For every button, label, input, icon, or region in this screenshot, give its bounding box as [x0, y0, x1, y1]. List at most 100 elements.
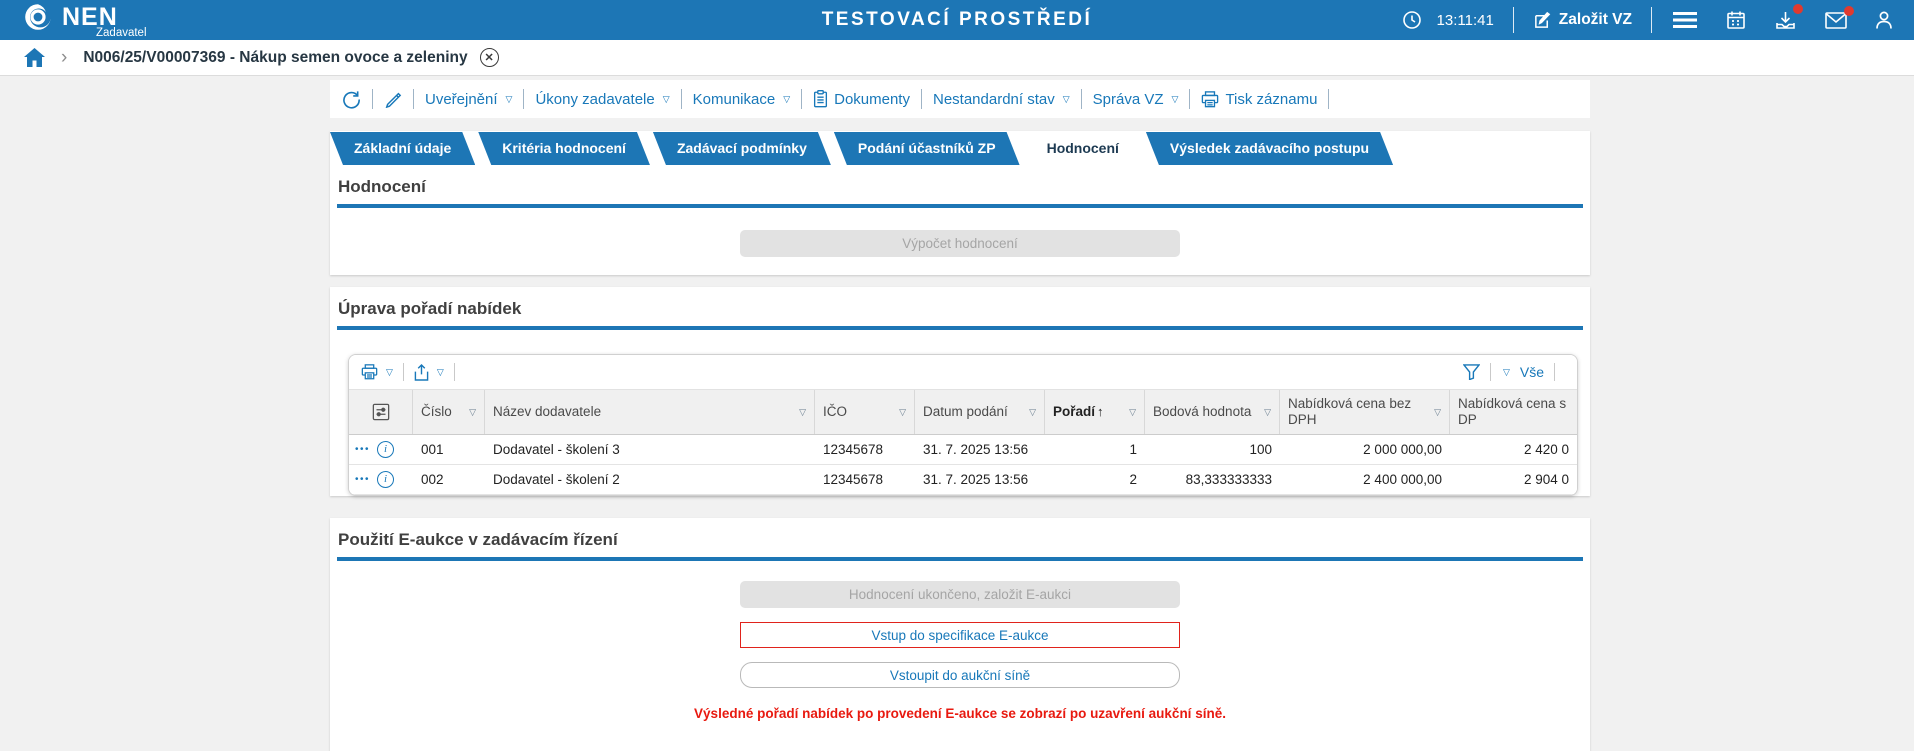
cell-bodova: 100 [1249, 442, 1272, 457]
menu-label: Nestandardní stav [932, 90, 1055, 108]
toolbar-divider [680, 89, 682, 109]
record-title[interactable]: N006/25/V00007369 - Nákup semen ovoce a … [83, 49, 467, 67]
column-label: IČO [823, 404, 848, 420]
cell-ico: 12345678 [823, 442, 884, 457]
record-tabs: Základní údaje Kritéria hodnocení Zadáva… [330, 131, 1590, 165]
header-cislo[interactable]: Číslo ▽ [413, 390, 485, 434]
header-cena-bez-dph[interactable]: Nabídková cena bez DPH ▽ [1280, 390, 1450, 434]
menu-hamburger-icon[interactable] [1671, 9, 1699, 31]
edit-record-icon[interactable] [384, 90, 402, 108]
menu-label: Komunikace [692, 90, 776, 108]
toolbar-divider [523, 89, 525, 109]
table-row[interactable]: ••• i 002 Dodavatel - školení 2 12345678… [349, 465, 1577, 495]
tab-podani-ucastniku[interactable]: Podání účastníků ZP [834, 132, 1020, 165]
column-label: Pořadí [1053, 404, 1096, 420]
column-label: Nabídková cena s DP [1458, 396, 1567, 427]
menu-sprava-vz[interactable]: Správa VZ ▽ [1093, 91, 1179, 108]
eauction-spec-button[interactable]: Vstup do specifikace E-aukce [740, 622, 1180, 648]
home-icon[interactable] [24, 48, 45, 67]
inbox-download-icon[interactable] [1773, 4, 1803, 32]
cell-cena-s-dph: 2 904 0 [1523, 472, 1569, 487]
compute-evaluation-button[interactable]: Výpočet hodnocení [740, 230, 1180, 257]
menu-tisk-zaznamu[interactable]: Tisk záznamu [1201, 91, 1317, 108]
calendar-icon[interactable] [1724, 8, 1748, 32]
table-row[interactable]: ••• i 001 Dodavatel - školení 3 12345678… [349, 435, 1577, 465]
column-label: Bodová hodnota [1153, 404, 1252, 420]
header-bodova-hodnota[interactable]: Bodová hodnota ▽ [1145, 390, 1280, 434]
menu-uverejneni[interactable]: Uveřejnění ▽ [425, 91, 512, 108]
toolbar-divider [372, 89, 373, 109]
menu-dokumenty[interactable]: Dokumenty [813, 90, 910, 108]
header-divider [1512, 7, 1514, 33]
info-icon[interactable]: i [377, 441, 395, 458]
column-label: Číslo [421, 404, 452, 420]
column-filter-icon[interactable]: ▽ [1029, 407, 1036, 418]
tab-zakladni-udaje[interactable]: Základní údaje [330, 132, 475, 165]
history-refresh-icon[interactable] [342, 90, 361, 109]
create-vz-label: Založit VZ [1558, 11, 1632, 28]
column-filter-icon[interactable]: ▽ [899, 407, 906, 418]
menu-komunikace[interactable]: Komunikace ▽ [693, 91, 790, 108]
eauction-note: Výsledné pořadí nabídek po provedení E-a… [694, 706, 1226, 721]
tab-vysledek-postupu[interactable]: Výsledek zadávacího postupu [1146, 132, 1393, 165]
menu-nestandardni-stav[interactable]: Nestandardní stav ▽ [933, 91, 1070, 108]
dropdown-icon: ▽ [505, 93, 513, 104]
filter-icon[interactable] [1462, 364, 1480, 380]
cell-cena-s-dph: 2 420 0 [1523, 442, 1569, 457]
auction-room-button[interactable]: Vstoupit do aukční síně [740, 662, 1180, 688]
table-export-icon[interactable]: ▽ [414, 363, 444, 381]
cell-datum: 31. 7. 2025 13:56 [923, 472, 1029, 487]
column-filter-icon[interactable]: ▽ [1434, 407, 1441, 418]
printer-icon [1201, 90, 1219, 108]
column-filter-icon[interactable]: ▽ [1264, 407, 1271, 418]
user-profile-icon[interactable] [1872, 8, 1896, 32]
column-filter-icon[interactable]: ▽ [1129, 407, 1136, 418]
table-header-row: Číslo ▽ Název dodavatele ▽ IČO ▽ Datum p… [349, 389, 1577, 435]
evaluation-finished-button[interactable]: Hodnocení ukončeno, založit E-aukci [740, 581, 1180, 608]
dropdown-icon: ▽ [386, 366, 393, 377]
row-menu-icon[interactable]: ••• [355, 435, 370, 464]
create-vz-button[interactable]: Založit VZ [1533, 11, 1632, 30]
header-cena-s-dph[interactable]: Nabídková cena s DP [1450, 390, 1577, 434]
filter-all-dropdown[interactable]: ▽ Vše [1501, 364, 1544, 380]
record-toolbar: Uveřejnění ▽ Úkony zadavatele ▽ Komunika… [330, 80, 1590, 118]
nen-logo[interactable]: NEN Zadavatel [22, 1, 147, 40]
toolbar-divider [920, 89, 922, 109]
cell-cislo: 002 [421, 472, 444, 487]
toolbar-divider [1554, 363, 1555, 381]
menu-ukony-zadavatele[interactable]: Úkony zadavatele ▽ [535, 91, 669, 108]
dropdown-icon: ▽ [662, 93, 670, 104]
column-filter-icon[interactable]: ▽ [799, 407, 806, 418]
tab-hodnoceni[interactable]: Hodnocení [1023, 132, 1143, 165]
cell-nazev: Dodavatel - školení 3 [493, 442, 620, 457]
toolbar-divider [1080, 89, 1082, 109]
clipboard-icon [813, 90, 828, 108]
menu-label: Správa VZ [1092, 90, 1164, 108]
tab-kriteria-hodnoceni[interactable]: Kritéria hodnocení [478, 132, 650, 165]
offers-table-panel: ▽ ▽ ▽ Vše Číslo ▽ Název dodavatele ▽ IČO… [348, 354, 1578, 496]
offer-order-card: Úprava pořadí nabídek ▽ ▽ ▽ Vše Číslo ▽ … [330, 287, 1590, 496]
column-label: Nabídková cena bez DPH [1288, 396, 1412, 427]
header-nazev-dodavatele[interactable]: Název dodavatele ▽ [485, 390, 815, 434]
column-settings-header[interactable] [349, 390, 413, 434]
row-menu-icon[interactable]: ••• [355, 465, 370, 494]
module-label: Zadavatel [96, 26, 147, 39]
column-label: Datum podání [923, 404, 1008, 420]
tab-zadavaci-podminky[interactable]: Zadávací podmínky [653, 132, 831, 165]
toolbar-divider [413, 89, 414, 109]
toolbar-divider [1328, 89, 1330, 109]
info-icon[interactable]: i [377, 471, 395, 488]
cell-nazev: Dodavatel - školení 2 [493, 472, 620, 487]
close-record-icon[interactable]: ✕ [479, 48, 499, 67]
content-column: Uveřejnění ▽ Úkony zadavatele ▽ Komunika… [330, 76, 1590, 751]
header-ico[interactable]: IČO ▽ [815, 390, 915, 434]
header-datum-podani[interactable]: Datum podání ▽ [915, 390, 1045, 434]
cell-cena-bez-dph: 2 400 000,00 [1363, 472, 1442, 487]
table-print-icon[interactable]: ▽ [361, 364, 393, 380]
toolbar-divider [402, 363, 404, 381]
header-poradi[interactable]: Pořadí ↑ ▽ [1045, 390, 1145, 434]
column-filter-icon[interactable]: ▽ [469, 407, 476, 418]
cell-bodova: 83,333333333 [1185, 472, 1272, 487]
breadcrumb-chevron-icon: › [61, 46, 68, 68]
messages-envelope-icon[interactable] [1823, 5, 1854, 31]
